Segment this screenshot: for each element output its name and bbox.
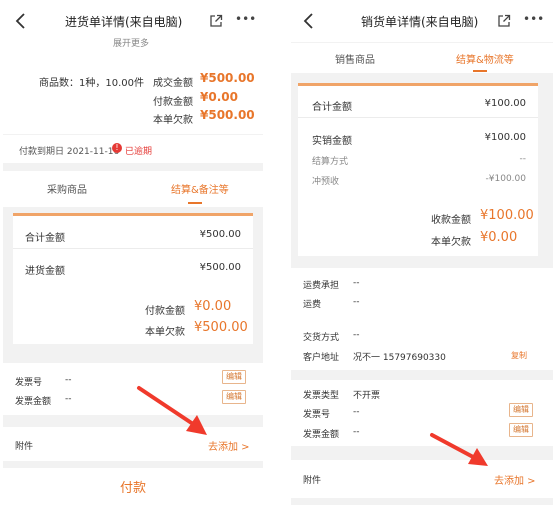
right-arrow-icon: [430, 433, 488, 466]
annotation-arrows: [137, 386, 488, 466]
screenshot-root: { "left": { "header": { "title": "进货单详情(…: [0, 0, 553, 505]
left-arrow-icon: [137, 386, 207, 435]
